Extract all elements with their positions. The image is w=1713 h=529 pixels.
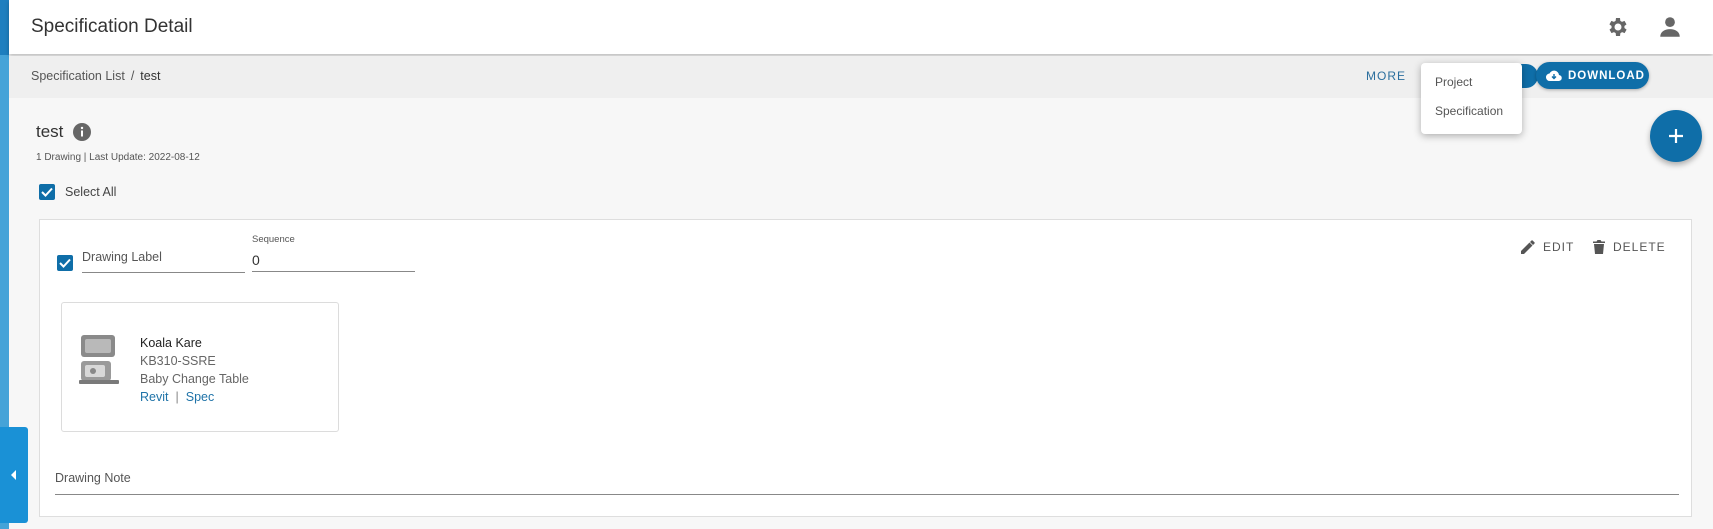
more-dropdown-menu: Project Specification (1421, 63, 1522, 134)
add-button[interactable] (1650, 110, 1702, 162)
drawing-checkbox[interactable] (57, 255, 73, 271)
more-button[interactable]: MORE (1366, 69, 1406, 83)
select-all-row: Select All (39, 184, 116, 200)
sequence-label: Sequence (252, 234, 295, 245)
product-model: KB310-SSRE (140, 354, 216, 368)
pencil-icon (1521, 240, 1535, 254)
download-button[interactable]: DOWNLOAD (1536, 62, 1649, 89)
info-icon[interactable] (73, 123, 92, 141)
drawing-label-input[interactable]: Drawing Label (82, 250, 245, 273)
gear-icon (1609, 18, 1627, 36)
spec-meta: 1 Drawing | Last Update: 2022-08-12 (36, 152, 200, 163)
link-separator: | (175, 390, 179, 404)
account-button[interactable] (1655, 12, 1685, 42)
sidebar-toggle-button[interactable] (0, 427, 28, 523)
chevron-left-icon (11, 470, 16, 480)
product-thumbnail (79, 335, 119, 384)
download-label: DOWNLOAD (1568, 69, 1645, 82)
breadcrumb: Specification List / test (31, 69, 160, 83)
top-app-bar: Specification Detail (9, 0, 1713, 54)
trash-icon (1593, 240, 1605, 254)
product-links: Revit | Spec (140, 388, 249, 406)
menu-item-specification[interactable]: Specification (1421, 104, 1522, 133)
plus-icon (1669, 129, 1683, 143)
delete-button[interactable]: DELETE (1593, 240, 1666, 254)
menu-item-project[interactable]: Project (1421, 75, 1522, 104)
breadcrumb-separator: / (130, 69, 135, 83)
edit-button[interactable]: EDIT (1521, 240, 1574, 254)
product-card: Koala Kare KB310-SSRE Baby Change Table … (61, 302, 339, 432)
check-icon (59, 258, 71, 268)
sequence-field: Sequence 0 (252, 234, 415, 272)
product-info: Koala Kare KB310-SSRE Baby Change Table … (140, 334, 249, 406)
breadcrumb-link-specification-list[interactable]: Specification List (31, 69, 125, 83)
user-icon (1660, 17, 1680, 37)
spec-link[interactable]: Spec (186, 390, 215, 404)
settings-button[interactable] (1603, 12, 1633, 42)
drawing-note-input[interactable]: Drawing Note (55, 471, 1679, 495)
page-header-title: Specification Detail (31, 16, 193, 37)
breadcrumb-current: test (140, 69, 161, 83)
cloud-download-icon (1546, 70, 1562, 81)
drawing-card: Drawing Label Sequence 0 EDIT DELETE Koa… (39, 219, 1692, 517)
revit-link[interactable]: Revit (140, 390, 168, 404)
sequence-input[interactable]: 0 (252, 249, 415, 272)
check-icon (41, 187, 53, 197)
select-all-checkbox[interactable] (39, 184, 55, 200)
product-brand: Koala Kare (140, 336, 202, 350)
spec-title: test (36, 122, 64, 141)
delete-label: DELETE (1613, 240, 1666, 254)
spec-title-row: test (36, 122, 92, 142)
select-all-label: Select All (65, 185, 117, 199)
product-name: Baby Change Table (140, 372, 249, 386)
edit-label: EDIT (1543, 240, 1575, 254)
